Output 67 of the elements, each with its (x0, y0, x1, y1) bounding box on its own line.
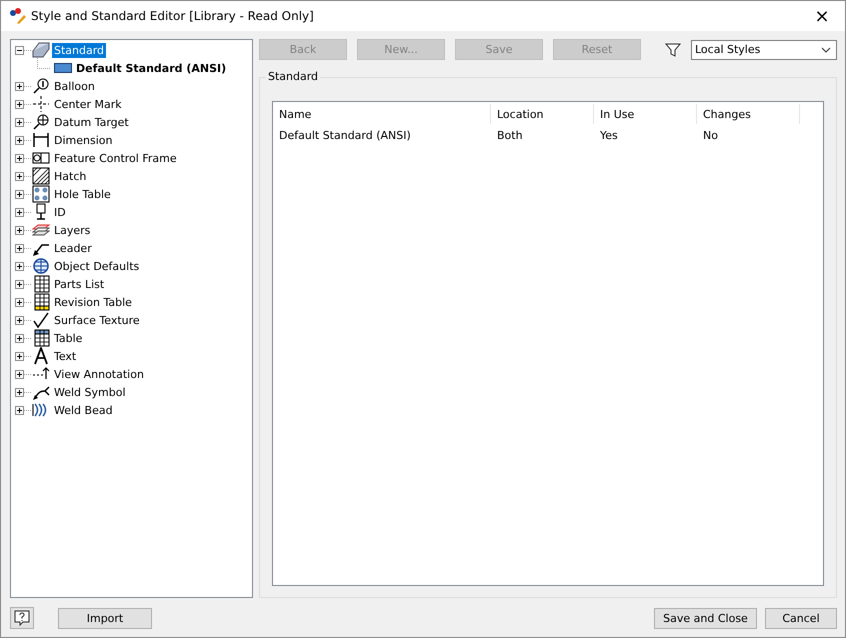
dialog-button[interactable]: Save and Close (654, 608, 757, 628)
tree-item[interactable]: Weld Symbol (52, 384, 128, 400)
column-header[interactable]: Location (491, 104, 594, 124)
tree-item[interactable]: Weld Bead (52, 402, 115, 418)
tree-item[interactable]: Revision Table (52, 294, 134, 310)
tree-item[interactable]: Default Standard (ANSI) (74, 60, 228, 76)
dialog-button[interactable]: Cancel (765, 608, 837, 628)
expander-icon[interactable] (15, 352, 24, 360)
table-cell-text: Yes (599, 128, 619, 144)
tree-item[interactable]: Center Mark (52, 96, 124, 112)
expander-icon[interactable] (15, 226, 24, 234)
tree-item[interactable]: Surface Texture (52, 312, 142, 328)
tree-item[interactable]: Text (52, 348, 78, 364)
expander-icon[interactable] (15, 370, 24, 378)
column-header[interactable]: In Use (594, 104, 697, 124)
balloon-icon (32, 77, 50, 95)
expander-icon[interactable] (15, 316, 24, 324)
expander-icon[interactable] (15, 280, 24, 288)
table-cell-text: Both (496, 128, 524, 144)
expander-icon[interactable] (15, 208, 24, 216)
tree-item[interactable]: View Annotation (52, 366, 146, 382)
tree-item[interactable]: Parts List (52, 276, 106, 292)
tree-item[interactable]: Standard (52, 42, 106, 58)
expander-icon[interactable] (15, 334, 24, 342)
tree-item[interactable]: Table (52, 330, 84, 346)
help-icon (14, 610, 30, 626)
expander-icon[interactable] (15, 298, 24, 306)
expander-icon[interactable] (15, 172, 24, 180)
tree-item[interactable]: Dimension (52, 132, 114, 148)
expander-icon[interactable] (15, 244, 24, 252)
book-icon (32, 41, 50, 59)
app-logo-icon (9, 7, 27, 25)
table-cell-text: No (702, 128, 719, 144)
text-icon (32, 347, 50, 365)
expander-icon[interactable] (15, 136, 24, 144)
table-icon (32, 329, 50, 347)
expander-icon[interactable] (15, 406, 24, 414)
tree-item[interactable]: Hatch (52, 168, 88, 184)
tree-item[interactable]: Datum Target (52, 114, 131, 130)
expander-icon[interactable] (15, 118, 24, 126)
tree-item[interactable]: ID (52, 204, 68, 220)
help-button[interactable] (10, 607, 34, 629)
expander-icon[interactable] (15, 388, 24, 396)
tree-item[interactable]: Leader (52, 240, 94, 256)
close-button[interactable]: × (799, 1, 845, 31)
standard-icon (54, 63, 72, 73)
tree-item[interactable]: Layers (52, 222, 92, 238)
filter-dropdown[interactable]: Local Styles (691, 40, 837, 60)
column-header[interactable]: Name (273, 104, 491, 124)
expander-icon[interactable] (15, 82, 24, 90)
expander-icon[interactable] (15, 100, 24, 108)
expander-icon[interactable] (15, 46, 24, 54)
column-header[interactable]: Changes (697, 104, 800, 124)
expander-icon[interactable] (15, 190, 24, 198)
tree-item[interactable]: Hole Table (52, 186, 113, 202)
group-title: Standard (266, 70, 320, 83)
window-title: Style and Standard Editor [Library - Read Only] (31, 9, 314, 23)
import-button[interactable]: Import (58, 608, 152, 628)
table-cell-text: Default Standard (ANSI) (278, 128, 412, 144)
chevron-icon (821, 46, 831, 52)
filter-icon[interactable] (665, 42, 681, 58)
expander-icon[interactable] (15, 262, 24, 270)
tree-item[interactable]: Balloon (52, 78, 97, 94)
expander-icon[interactable] (15, 154, 24, 162)
hatch-icon (32, 167, 50, 185)
tree-item[interactable]: Feature Control Frame (52, 150, 179, 166)
tree-item[interactable]: Object Defaults (52, 258, 142, 274)
